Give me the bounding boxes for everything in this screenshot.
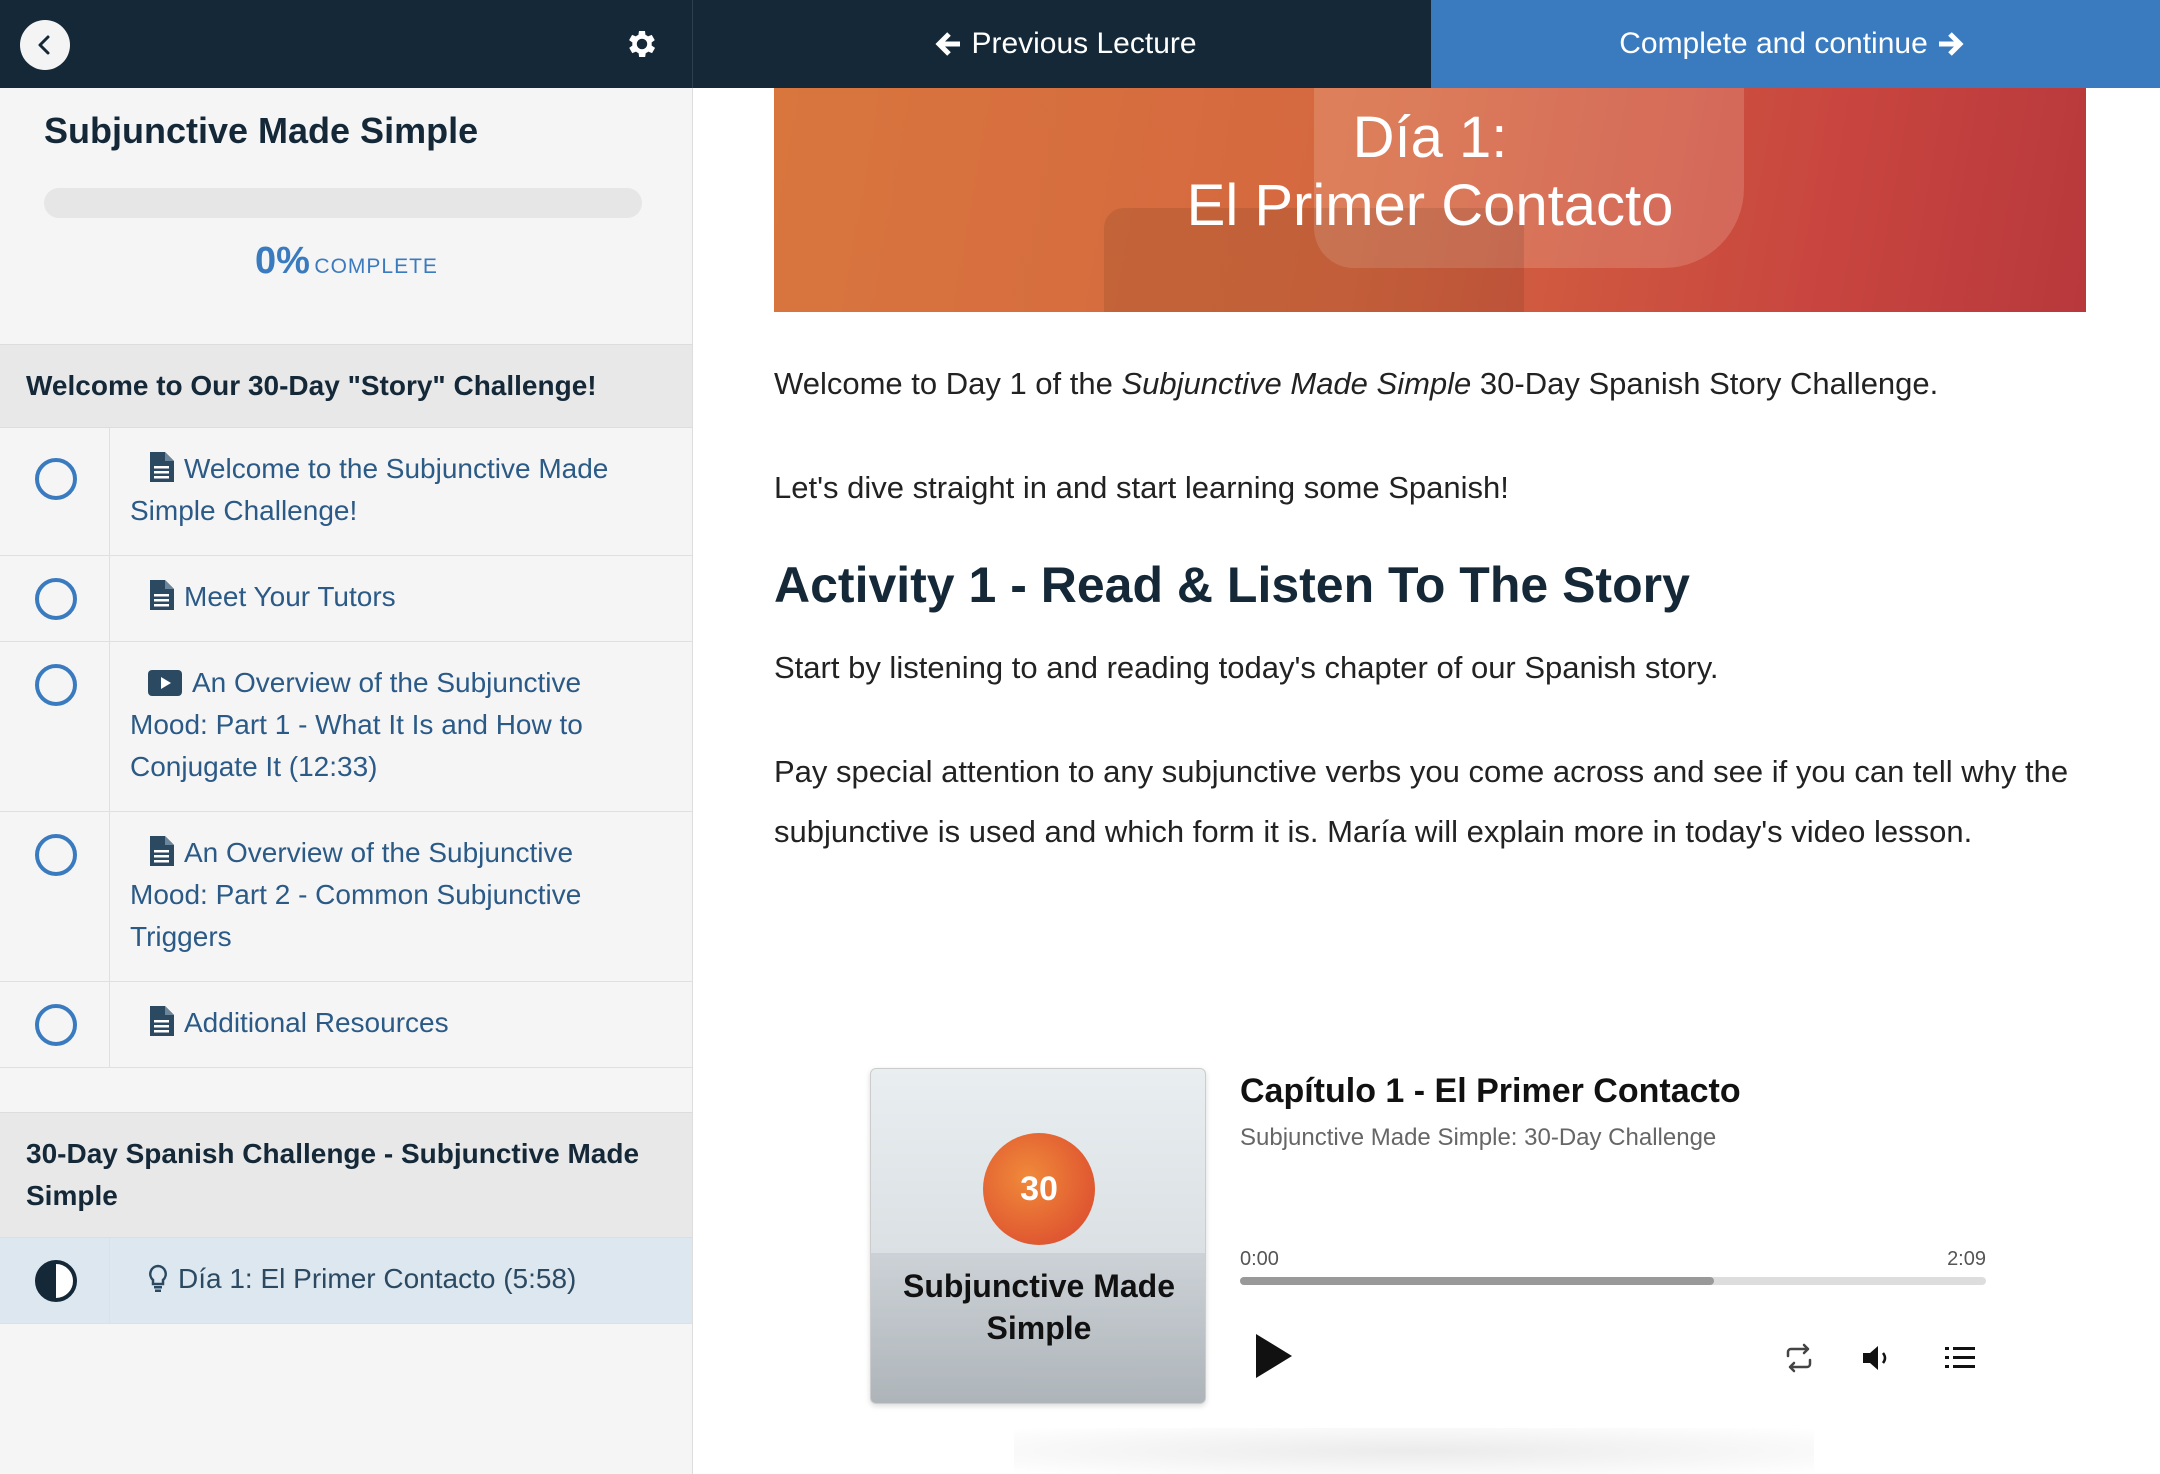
current-time: 0:00 [1240,1248,1279,1270]
video-icon [148,670,182,696]
episode-title: Capítulo 1 - El Primer Contacto [1240,1072,1741,1110]
section-title: 30-Day Spanish Challenge - Subjunctive M… [26,1138,640,1211]
arrow-right-icon [1938,32,1964,56]
lecture-text: An Overview of the Subjunctive Mood: Par… [130,832,643,958]
lecture-title: Meet Your Tutors [184,581,396,612]
lecture-text: Additional Resources [130,1002,643,1044]
repeat-icon [1786,1343,1812,1373]
play-button[interactable] [1252,1330,1302,1384]
chevron-left-icon [38,35,50,55]
audio-player: 30 Subjunctive Made Simple Capítulo 1 - … [870,1068,2020,1408]
lightbulb-icon [149,1264,167,1292]
seek-buffered [1240,1277,1714,1285]
section-header: Welcome to Our 30-Day "Story" Challenge! [0,344,692,428]
podcast-cover-art: 30 Subjunctive Made Simple [870,1068,1206,1404]
sidebar-header [0,0,693,88]
arrow-left-icon [935,32,961,56]
lecture-status-cell [0,556,110,641]
repeat-button[interactable] [1779,1338,1819,1378]
course-sidebar: Subjunctive Made Simple 0% COMPLETE Welc… [0,88,693,1474]
paragraph: Let's dive straight in and start learnin… [774,470,1509,505]
play-icon [1256,1334,1292,1378]
lecture-status-cell [0,642,110,811]
lecture-status-cell [0,428,110,555]
document-icon [150,1006,174,1036]
lecture-title: An Overview of the Subjunctive Mood: Par… [130,837,582,952]
incomplete-status-icon [35,578,77,620]
course-title: Subjunctive Made Simple [44,110,479,151]
lecture-item[interactable]: Meet Your Tutors [0,556,692,642]
paragraph: Start by listening to and reading today'… [774,650,1719,685]
lecture-item[interactable]: Welcome to the Subjunctive Made Simple C… [0,428,692,556]
playlist-button[interactable] [1940,1338,1980,1378]
seek-bar[interactable] [1240,1277,1986,1285]
hero-title-line1: Día 1: [1352,105,1508,170]
volume-button[interactable] [1857,1338,1897,1378]
list-icon [1945,1347,1975,1368]
section-title: Welcome to Our 30-Day "Story" Challenge! [26,370,597,401]
document-icon [150,836,174,866]
document-icon [150,452,174,482]
incomplete-status-icon [35,458,77,500]
back-button[interactable] [20,20,70,70]
volume-icon [1863,1346,1887,1370]
progress-percent: 0% [255,240,310,282]
lecture-item[interactable]: An Overview of the Subjunctive Mood: Par… [0,812,692,982]
lecture-status-cell [0,1238,110,1323]
lecture-text: An Overview of the Subjunctive Mood: Par… [130,662,643,788]
lecture-text: Welcome to the Subjunctive Made Simple C… [130,448,643,532]
cover-badge: 30 [983,1133,1095,1245]
show-title: Subjunctive Made Simple: 30-Day Challeng… [1240,1124,1717,1151]
intro-course-name: Subjunctive Made Simple [1121,366,1472,401]
settings-button[interactable] [620,22,664,66]
previous-lecture-label: Previous Lecture [971,27,1197,60]
lecture-status-cell [0,812,110,981]
lecture-item[interactable]: An Overview of the Subjunctive Mood: Par… [0,642,692,812]
lecture-item-current[interactable]: Día 1: El Primer Contacto (5:58) [0,1238,692,1324]
hero-title-line2: El Primer Contacto [1186,173,1674,238]
lecture-item[interactable]: Additional Resources [0,982,692,1068]
total-time: 2:09 [1947,1248,1986,1270]
complete-and-continue-button[interactable]: Complete and continue [1431,0,2160,88]
intro-paragraph: Welcome to Day 1 of the Subjunctive Made… [774,354,2104,414]
lecture-title: Welcome to the Subjunctive Made Simple C… [130,453,609,526]
intro-text-start: Welcome to Day 1 of the [774,366,1122,401]
course-progress-text: 0% COMPLETE [0,240,692,283]
in-progress-status-icon [35,1260,77,1302]
progress-label: COMPLETE [314,255,438,278]
content-shadow [1014,1428,1814,1474]
cover-title: Subjunctive Made Simple [902,1268,1176,1346]
gear-icon [629,30,656,58]
top-bar: Previous Lecture Complete and continue [0,0,2160,88]
lecture-title: Additional Resources [184,1007,449,1038]
lecture-content: Día 1: El Primer Contacto Welcome to Day… [694,88,2160,1474]
incomplete-status-icon [35,834,77,876]
lecture-title: An Overview of the Subjunctive Mood: Par… [130,667,583,782]
intro-text-end: 30-Day Spanish Story Challenge. [1471,366,1939,401]
course-progress-bar [44,188,642,218]
document-icon [150,580,174,610]
incomplete-status-icon [35,1004,77,1046]
previous-lecture-button[interactable]: Previous Lecture [693,0,1431,88]
lecture-status-cell [0,982,110,1067]
lecture-text: Meet Your Tutors [130,576,643,618]
lecture-hero-banner: Día 1: El Primer Contacto [774,88,2086,312]
activity-heading: Activity 1 - Read & Listen To The Story [774,557,1690,613]
hero-title: Día 1: El Primer Contacto [774,104,2086,240]
complete-and-continue-label: Complete and continue [1619,27,1928,60]
lecture-title: Día 1: El Primer Contacto (5:58) [178,1263,577,1294]
paragraph: Pay special attention to any subjunctive… [774,754,2069,849]
lecture-text: Día 1: El Primer Contacto (5:58) [130,1258,643,1300]
section-header: 30-Day Spanish Challenge - Subjunctive M… [0,1112,692,1238]
incomplete-status-icon [35,664,77,706]
